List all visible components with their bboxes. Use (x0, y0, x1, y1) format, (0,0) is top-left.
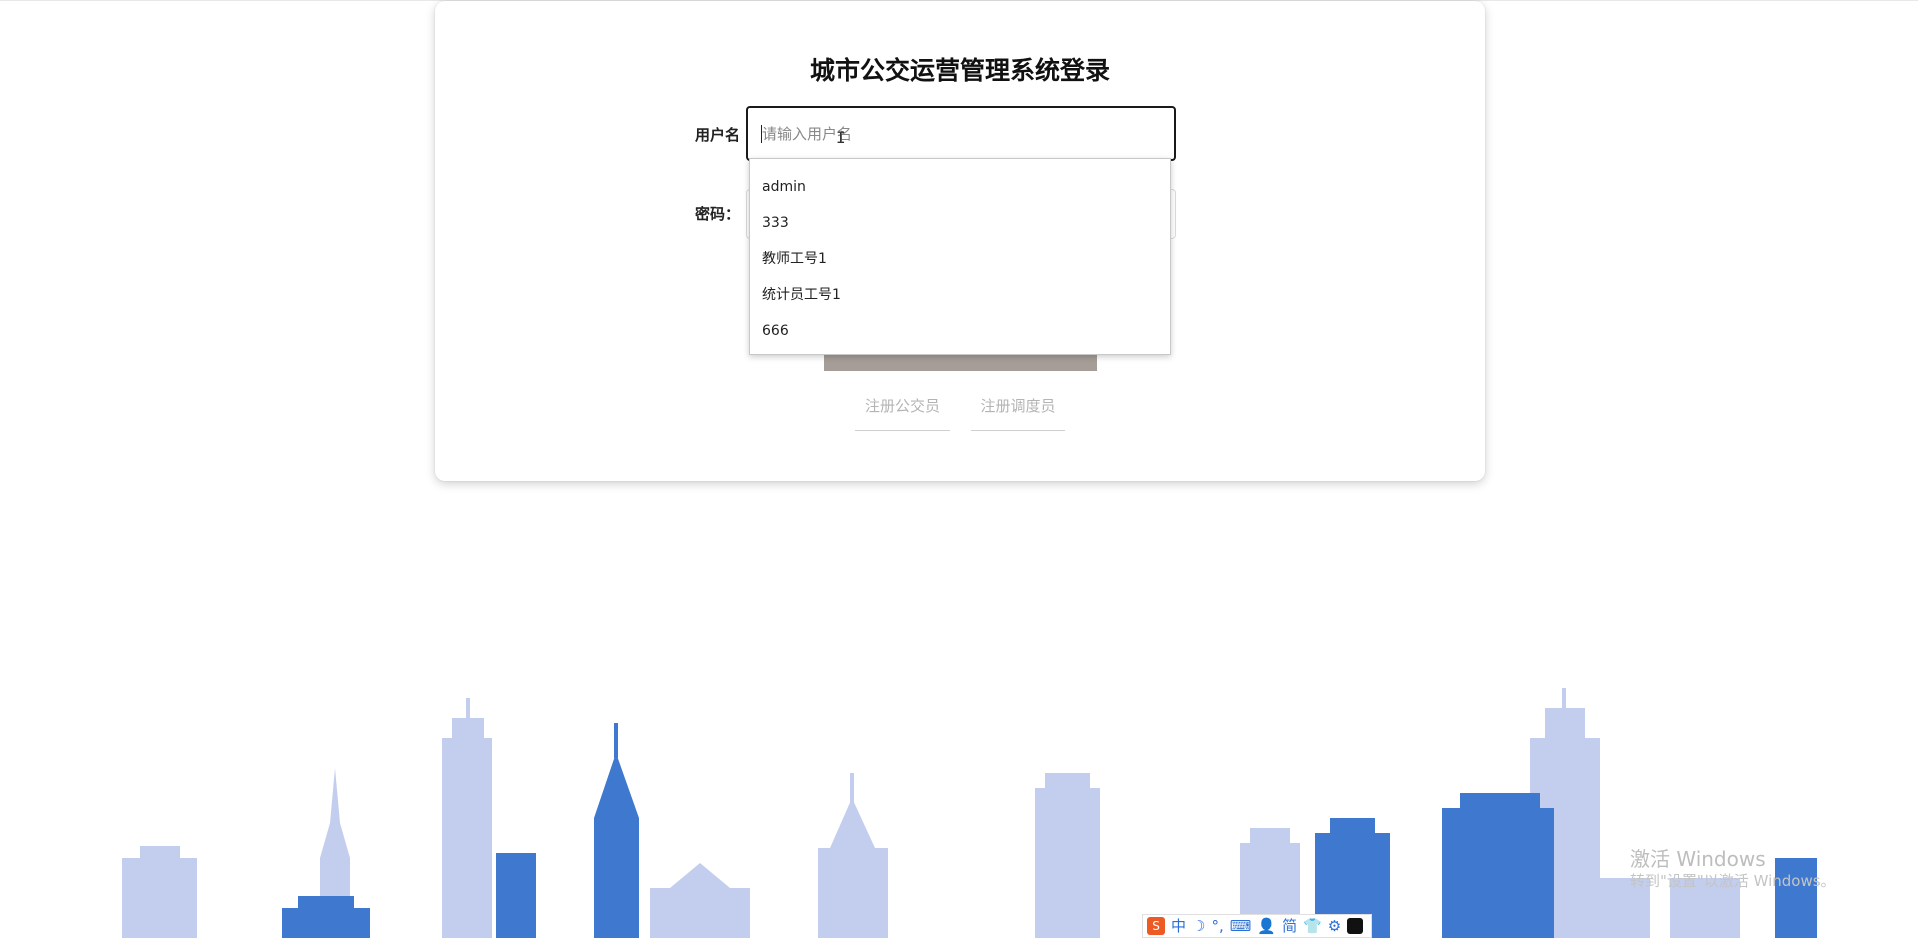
username-autocomplete-dropdown: admin 333 教师工号1 统计员工号1 666 (749, 158, 1171, 355)
register-bus-driver-link[interactable]: 注册公交员 (855, 395, 950, 431)
text-caret (761, 125, 762, 143)
page-title: 城市公交运营管理系统登录 (809, 56, 1110, 85)
settings-gear-icon[interactable]: ⚙ (1328, 915, 1341, 937)
windows-activation-hint: 转到"设置"以激活 Windows。 (1630, 872, 1836, 890)
autocomplete-option[interactable]: 教师工号1 (750, 241, 1170, 277)
autocomplete-option[interactable]: admin (750, 169, 1170, 205)
register-dispatcher-link[interactable]: 注册调度员 (971, 395, 1065, 431)
sogou-logo-icon[interactable]: S (1147, 917, 1165, 935)
autocomplete-option[interactable]: 333 (750, 205, 1170, 241)
tiktok-icon[interactable] (1347, 918, 1364, 934)
ime-toolbar: S 中 ☽ °, ⌨ 👤 简 👕 ⚙ (1142, 914, 1372, 938)
autocomplete-option[interactable]: 666 (750, 313, 1170, 349)
username-input[interactable] (746, 106, 1176, 161)
ibeam-cursor-icon: I (836, 128, 846, 147)
city-skyline-background (122, 688, 1817, 938)
keyboard-icon[interactable]: ⌨ (1230, 915, 1252, 937)
skin-icon[interactable]: 👕 (1303, 915, 1322, 937)
moon-icon[interactable]: ☽ (1192, 915, 1205, 937)
password-label: 密码： (695, 205, 741, 223)
punctuation-icon[interactable]: °, (1211, 915, 1223, 937)
simplified-chinese-button[interactable]: 简 (1282, 915, 1297, 937)
username-label: 用户名 (695, 126, 741, 144)
ime-mode-button[interactable]: 中 (1171, 915, 1186, 937)
user-icon[interactable]: 👤 (1257, 915, 1276, 937)
autocomplete-option[interactable]: 统计员工号1 (750, 277, 1170, 313)
windows-activation-title: 激活 Windows (1630, 847, 1766, 871)
